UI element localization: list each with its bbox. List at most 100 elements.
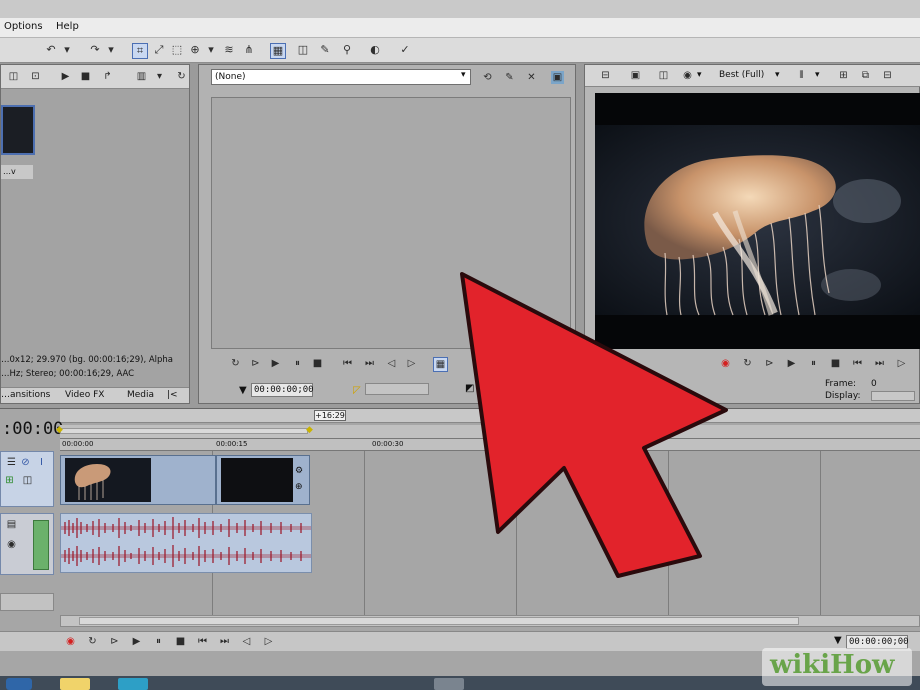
import-media-icon[interactable]: ◫ [7,70,20,83]
step-forward-icon[interactable]: ▷ [895,357,908,370]
trimmer-history-icon[interactable]: ⟲ [481,71,494,84]
loop-end-handle[interactable]: ◆ [306,425,313,435]
pause-icon[interactable]: ⏸ [291,357,304,370]
next-frame-icon[interactable]: ▷ [262,635,275,648]
chevron-down-icon[interactable]: ▾ [461,70,466,80]
close-icon[interactable]: ✕ [525,71,538,84]
auto-ripple-icon[interactable]: ≋ [222,43,236,57]
audio-track-header[interactable]: ▤ ◉ [0,513,54,575]
video-clip[interactable]: ⚙ ⊕ [216,455,310,505]
external-monitor-icon[interactable]: ▣ [629,69,642,82]
chevron-down-icon[interactable]: ▾ [775,70,780,80]
stop-icon[interactable]: ■ [79,70,92,83]
help-tool-icon[interactable]: ✓ [398,43,412,57]
play-from-start-icon[interactable]: ⊳ [108,635,121,648]
stop-icon[interactable]: ■ [311,357,324,370]
taskbar-icon[interactable] [434,678,464,690]
trimmer-selection-bar[interactable] [365,383,429,395]
normal-edit-tool-icon[interactable]: ⌗ [132,43,148,59]
dropdown-arrow-icon[interactable]: ▾ [815,70,820,80]
tab-scroll[interactable]: |< [167,390,178,400]
split-screen-icon[interactable]: ◫ [657,69,670,82]
snapshot-icon[interactable]: ⊞ [837,69,850,82]
pause-icon[interactable]: ⏸ [152,635,165,648]
start-button[interactable] [6,678,32,690]
loop-icon[interactable]: ↻ [229,357,242,370]
play-from-start-icon[interactable]: ⊳ [249,357,262,370]
loop-start-handle[interactable]: ◆ [56,425,63,435]
go-to-start-icon[interactable]: ⏮ [196,635,209,648]
go-to-end-icon[interactable]: ⏭ [218,635,231,648]
video-clip[interactable] [60,455,216,505]
copy-snapshot-icon[interactable]: ⧉ [859,69,872,82]
play-icon[interactable]: ▶ [269,357,282,370]
search-icon[interactable]: ⚲ [340,43,354,57]
dropdown-arrow-icon[interactable]: ▾ [153,70,166,83]
dropdown-arrow-icon[interactable]: ▾ [204,43,218,57]
previous-frame-icon[interactable]: ◁ [240,635,253,648]
scrollbar-thumb[interactable] [79,617,799,625]
tab-media[interactable]: Media [127,390,154,400]
play-icon[interactable]: ▶ [785,357,798,370]
clip-fx-icon[interactable]: ⚙ [295,466,303,476]
tab-video-fx[interactable]: Video FX [65,390,104,400]
dropdown-arrow-icon[interactable]: ▾ [104,43,118,57]
previous-frame-icon[interactable]: ⏮ [341,357,354,370]
views-icon[interactable]: ▥ [135,70,148,83]
play-icon[interactable]: ▶ [130,635,143,648]
explorer-taskbar-icon[interactable] [60,678,90,690]
play-icon[interactable]: ▶ [59,70,72,83]
envelope-tool-icon[interactable]: ⤢ [152,43,166,57]
lock-envelopes-icon[interactable]: ▦ [270,43,286,59]
marker-flag[interactable]: +16:29 [314,410,346,421]
pause-icon[interactable]: ⏸ [807,357,820,370]
menu-options[interactable]: Options [4,21,43,32]
in-point-icon[interactable]: ◸ [353,385,361,396]
loop-region[interactable] [60,428,308,434]
auto-crossfade-icon[interactable]: ✎ [318,43,332,57]
clip-pan-crop-icon[interactable]: ⊕ [295,482,303,492]
selection-tool-icon[interactable]: ⬚ [170,43,184,57]
vegas-taskbar-icon[interactable] [118,678,148,690]
overlays-icon[interactable]: ◉ [681,69,694,82]
tab-transitions[interactable]: …ansitions [1,390,50,400]
video-track-header[interactable]: ☰ ⊘ I ⊞ ◫ [0,451,54,507]
preview-quality-select[interactable]: Best (Full) [719,70,764,80]
record-icon[interactable]: ◉ [64,635,77,648]
audio-arm-icon[interactable]: ◉ [5,538,18,551]
dropdown-arrow-icon[interactable]: ▾ [60,43,74,57]
step-back-icon[interactable]: ◁ [385,357,398,370]
next-frame-icon[interactable]: ⏭ [363,357,376,370]
dropdown-arrow-icon[interactable]: ▾ [697,70,702,80]
solo-icon[interactable]: I [35,456,48,469]
media-thumbnail[interactable] [1,105,35,155]
pencil-icon[interactable]: ✎ [503,71,516,84]
ignore-grouping-icon[interactable]: ◫ [296,43,310,57]
previous-frame-icon[interactable]: ⏮ [851,357,864,370]
stop-icon[interactable]: ■ [174,635,187,648]
snapping-icon[interactable]: ⋔ [242,43,256,57]
channels-icon[interactable]: ⦀ [795,69,808,82]
undo-icon[interactable]: ↶ [44,43,58,57]
stop-icon[interactable]: ■ [829,357,842,370]
step-forward-icon[interactable]: ▷ [405,357,418,370]
refresh-icon[interactable]: ↻ [175,70,188,83]
preview-properties-icon[interactable]: ⊟ [599,69,612,82]
play-from-start-icon[interactable]: ⊳ [763,357,776,370]
track-motion-icon[interactable]: ⊞ [3,474,16,487]
capture-icon[interactable]: ⊡ [29,70,42,83]
auto-preview-icon[interactable]: ↱ [101,70,114,83]
next-frame-icon[interactable]: ⏭ [873,357,886,370]
loop-icon[interactable]: ↻ [86,635,99,648]
audio-clip[interactable] [60,513,312,573]
track-fx-icon[interactable]: ☰ [5,456,18,469]
trimmer-monitor-icon[interactable]: ▣ [551,71,564,84]
media-properties-icon[interactable]: ◐ [368,43,382,57]
trimmer-media-select[interactable]: (None) [211,69,471,85]
mute-icon[interactable]: ⊘ [19,456,32,469]
timeline-horizontal-scrollbar[interactable] [60,615,920,627]
menu-help[interactable]: Help [56,21,79,32]
composite-mode-icon[interactable]: ◫ [21,474,34,487]
grid-icon[interactable]: ⊟ [881,69,894,82]
zoom-tool-icon[interactable]: ⊕ [188,43,202,57]
